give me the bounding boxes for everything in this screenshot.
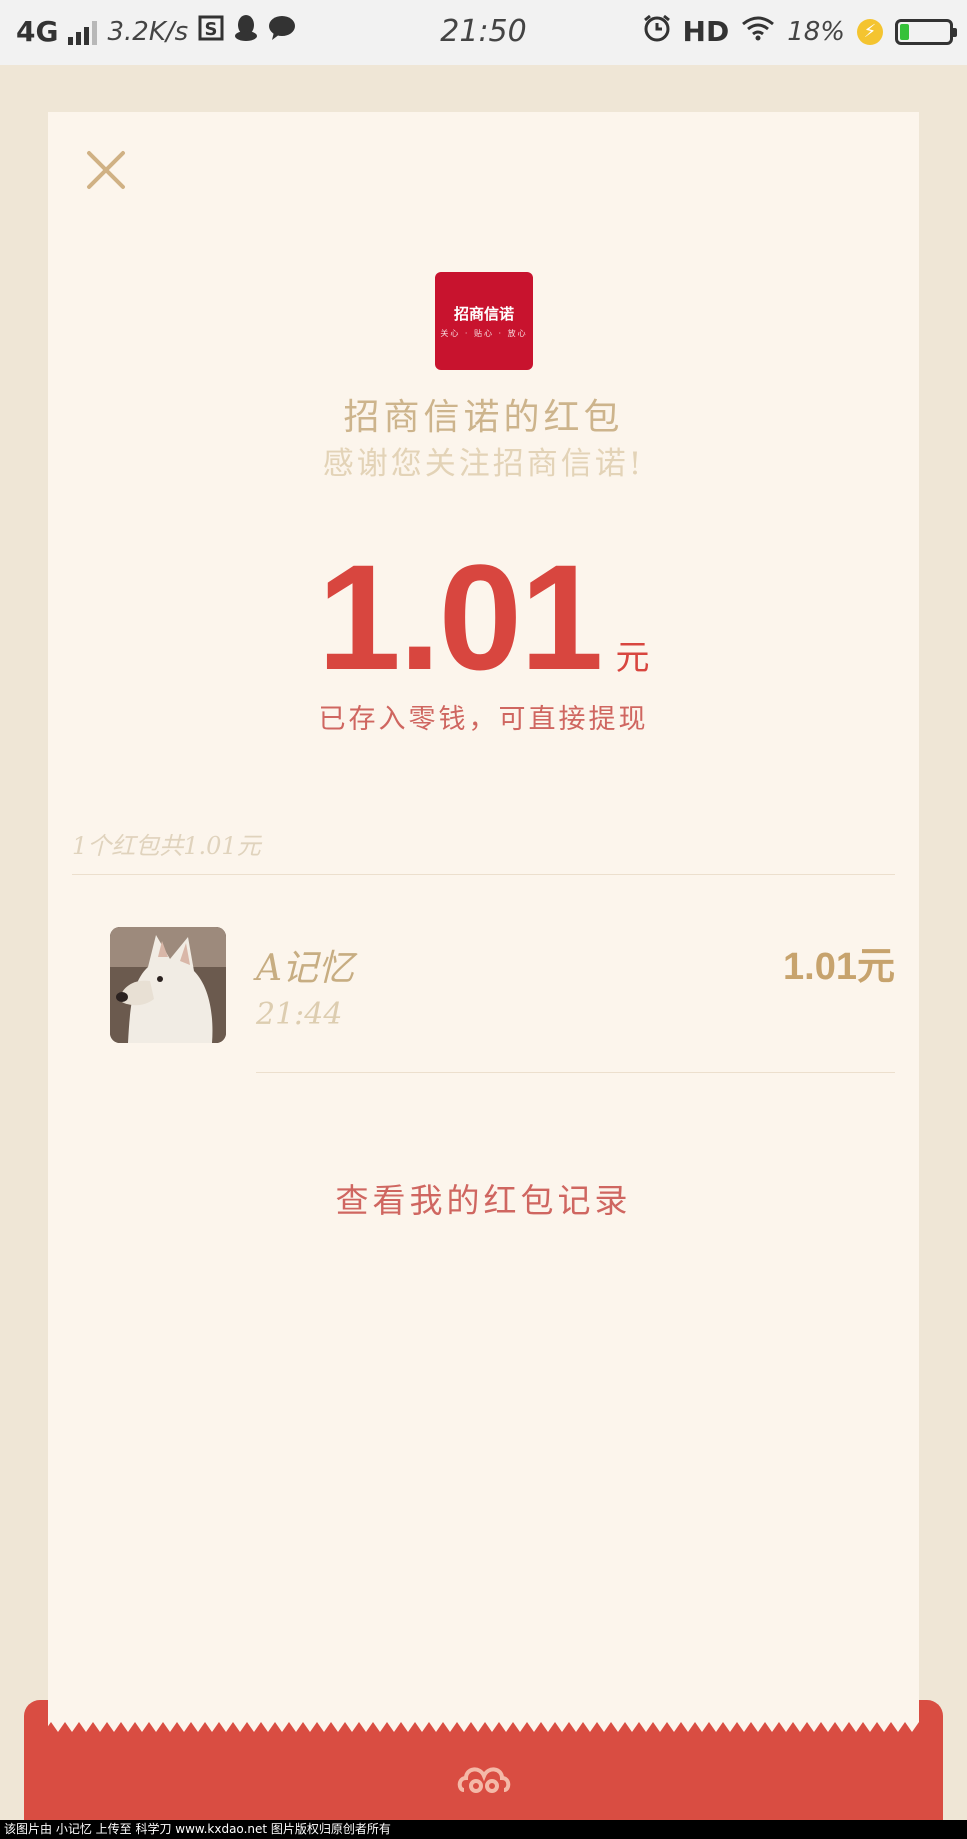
wifi-icon [741, 15, 775, 48]
status-bar: 4G 3.2K/s S 21:50 HD 18% ⚡ [0, 0, 967, 65]
charging-icon: ⚡ [857, 18, 883, 45]
hd-indicator: HD [682, 15, 730, 48]
avatar [110, 927, 226, 1043]
close-button[interactable] [78, 142, 134, 198]
received-time: 21:44 [256, 997, 343, 1032]
battery-percent: 18% [787, 16, 845, 47]
saved-to-balance-note: 已存入零钱，可直接提现 [318, 704, 649, 735]
logo-text: 招商信诺 [453, 305, 514, 323]
sender-logo: 招商信诺 关心 · 贴心 · 放心 [435, 272, 533, 370]
battery-level [900, 23, 909, 40]
greeting-message: 感谢您关注招商信诺! [322, 446, 645, 482]
view-records-link[interactable]: 查看我的红包记录 [48, 1174, 919, 1222]
alarm-icon [643, 14, 671, 49]
battery-icon [895, 18, 957, 45]
serrated-edge-path [48, 1700, 919, 1732]
dog-avatar-image [110, 927, 226, 1043]
serrated-edge [48, 1700, 919, 1732]
divider [256, 1072, 895, 1073]
logo-subtext: 关心 · 贴心 · 放心 [440, 329, 528, 338]
red-packet-detail-card: 招商信诺 关心 · 贴心 · 放心 招商信诺的红包 感谢您关注招商信诺! 1.0… [48, 112, 919, 1732]
record-amount: 1.01元 [783, 946, 895, 988]
auspicious-cloud-icon [457, 1767, 511, 1793]
amount-unit: 元 [615, 638, 650, 678]
packet-summary: 1个红包共1.01元 [72, 832, 261, 860]
divider [72, 874, 895, 875]
sender-title: 招商信诺的红包 [343, 397, 624, 438]
sender-name: A记忆 [256, 948, 354, 989]
envelope-footer [24, 1700, 943, 1839]
list-item[interactable]: A记忆 21:44 1.01元 [110, 927, 895, 1067]
amount-display: 1.01 元 [48, 542, 919, 692]
amount-value: 1.01 [317, 533, 604, 701]
watermark-caption: 该图片由 小记忆 上传至 科学刀 www.kxdao.net 图片版权归原创者所… [0, 1820, 967, 1839]
